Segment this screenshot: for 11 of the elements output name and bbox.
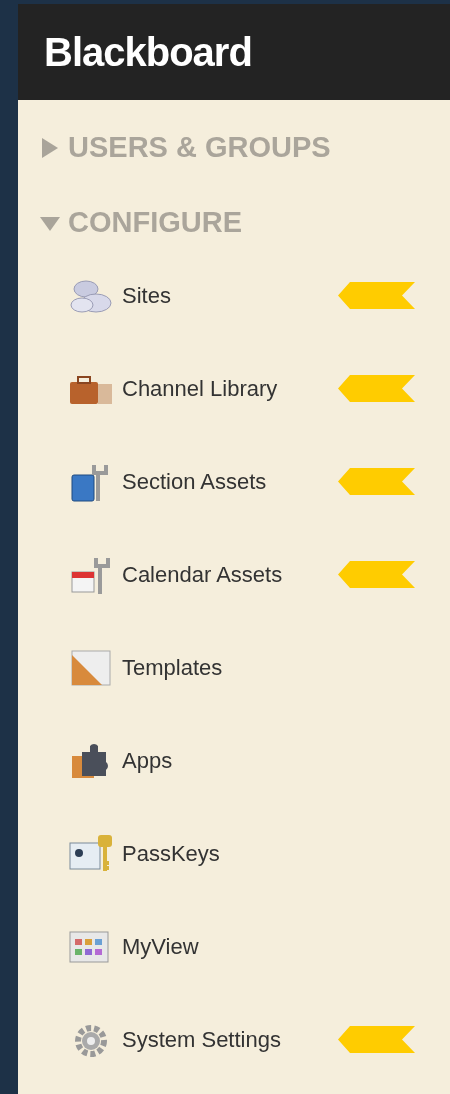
menu-item[interactable]: Apps: [18, 739, 338, 782]
logo[interactable]: Blackboard: [44, 22, 252, 82]
menu-item[interactable]: Channel Library: [18, 367, 338, 410]
caret-right-icon: [40, 138, 60, 158]
menu-item[interactable]: MyView: [18, 925, 338, 968]
menu-item[interactable]: Templates: [18, 646, 338, 689]
menu-item[interactable]: System Settings: [18, 1018, 338, 1061]
menu-item[interactable]: PassKeys: [18, 832, 338, 875]
menu-item[interactable]: Sites: [18, 274, 338, 317]
menu-item[interactable]: Section Assets: [18, 460, 338, 503]
menu-item[interactable]: Calendar Assets: [18, 553, 338, 596]
